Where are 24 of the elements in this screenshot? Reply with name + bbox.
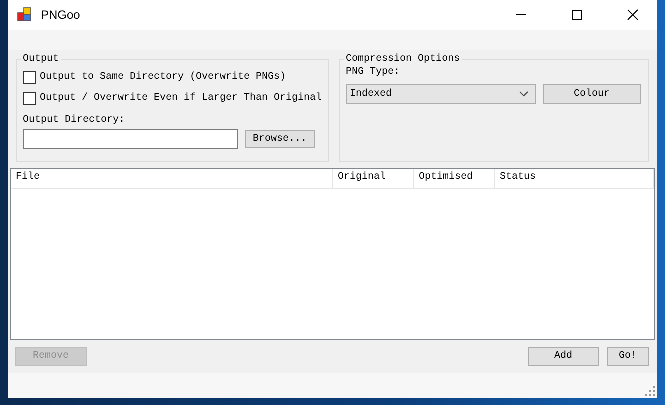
png-type-dropdown[interactable]: Indexed [346,84,536,104]
close-icon[interactable] [627,9,639,21]
action-button[interactable]: Go! [607,347,649,366]
output-directory-field[interactable] [23,129,238,149]
resize-grip-icon[interactable] [645,386,655,396]
checkbox[interactable] [23,92,36,105]
column-header[interactable]: Status [495,169,654,188]
checkbox-label: Output / Overwrite Even if Larger Than Original [40,93,322,104]
group-title: Compression Options [345,54,462,65]
group-title: Output [22,54,60,65]
chevron-down-icon [519,91,530,97]
app-icon [17,7,33,23]
window-title: PNGoo [41,8,80,22]
column-header[interactable]: File [11,169,333,188]
maximize-icon[interactable] [571,9,583,21]
column-header[interactable]: Optimised [414,169,495,188]
field-label: PNG Type: [346,67,402,78]
column-header[interactable]: Original [333,169,414,188]
colour-button[interactable]: Colour [543,84,642,104]
field-label: Output Directory: [23,115,126,126]
action-button[interactable]: Add [528,347,599,366]
browse-button[interactable]: Browse... [245,130,315,148]
checkbox[interactable] [23,71,36,84]
checkbox-label: Output to Same Directory (Overwrite PNGs) [40,72,286,83]
